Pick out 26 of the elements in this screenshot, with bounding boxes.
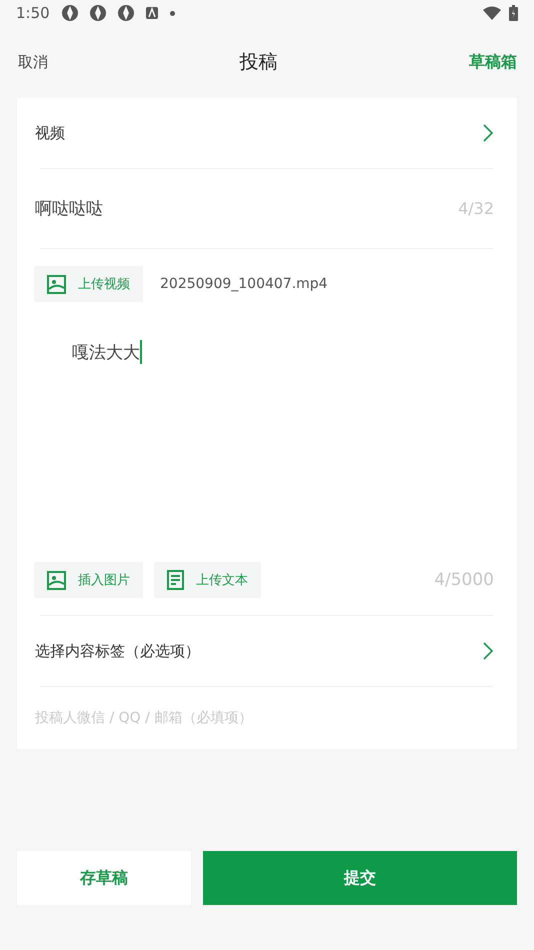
battery-icon [509, 5, 518, 21]
tag-selector[interactable]: 选择内容标签（必选项） [17, 616, 517, 686]
cancel-button[interactable]: 取消 [18, 52, 48, 72]
image-icon [47, 274, 66, 294]
drafts-link[interactable]: 草稿箱 [469, 52, 517, 72]
document-icon [167, 570, 184, 590]
upload-video-button[interactable]: 上传视频 [34, 266, 143, 302]
title-field[interactable]: 啊哒哒哒 [35, 197, 103, 220]
body-text-field[interactable]: 嘎法大大 [72, 340, 142, 364]
status-time: 1:50 [16, 4, 50, 22]
wifi-icon [483, 6, 501, 20]
notification-icon [146, 7, 158, 19]
insert-image-button[interactable]: 插入图片 [34, 562, 143, 598]
aperture-icon [118, 5, 134, 21]
dot-icon [170, 10, 175, 16]
file-name: 20250909_100407.mp4 [160, 276, 328, 292]
aperture-icon [62, 5, 78, 21]
submit-button[interactable]: 提交 [203, 851, 517, 905]
page-title: 投稿 [240, 50, 278, 75]
chevron-right-icon [482, 641, 494, 661]
upload-text-button[interactable]: 上传文本 [154, 562, 261, 598]
aperture-icon [90, 5, 106, 21]
save-draft-button[interactable]: 存草稿 [17, 851, 191, 905]
category-selector[interactable]: 视频 [17, 98, 517, 168]
image-icon [47, 570, 66, 590]
chevron-right-icon [482, 123, 494, 143]
